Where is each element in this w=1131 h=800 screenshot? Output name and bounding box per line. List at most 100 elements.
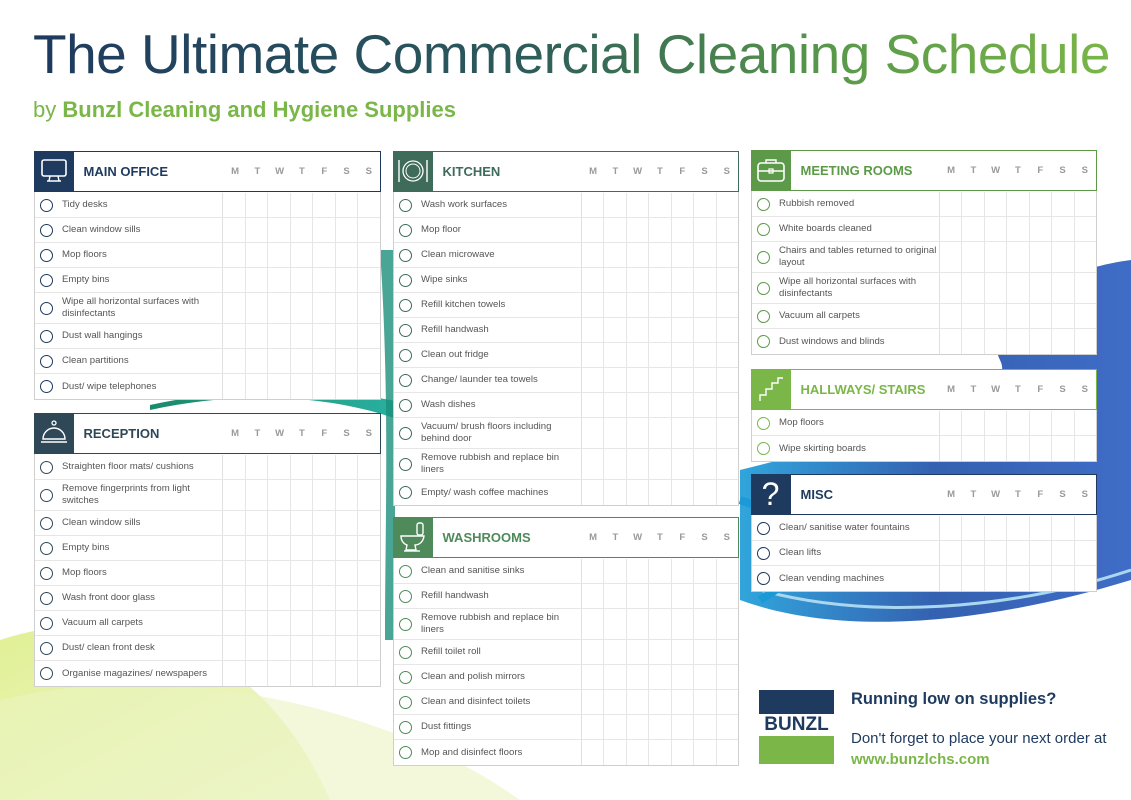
day-check-cell[interactable] bbox=[627, 393, 650, 417]
day-check-cell[interactable] bbox=[649, 559, 672, 583]
day-check-cell[interactable] bbox=[358, 661, 380, 686]
day-check-cell[interactable] bbox=[627, 218, 650, 242]
day-check-cell[interactable] bbox=[313, 561, 336, 585]
day-check-cell[interactable] bbox=[649, 243, 672, 267]
day-check-cell[interactable] bbox=[223, 661, 246, 686]
day-check-cell[interactable] bbox=[604, 690, 627, 714]
day-check-cell[interactable] bbox=[627, 480, 650, 505]
day-check-cell[interactable] bbox=[627, 690, 650, 714]
day-check-cell[interactable] bbox=[582, 293, 605, 317]
task-checkbox[interactable] bbox=[40, 354, 53, 368]
day-check-cell[interactable] bbox=[582, 243, 605, 267]
day-check-cell[interactable] bbox=[962, 329, 985, 354]
day-check-cell[interactable] bbox=[291, 455, 314, 479]
task-checkbox[interactable] bbox=[399, 198, 412, 212]
day-check-cell[interactable] bbox=[582, 318, 605, 342]
day-check-cell[interactable] bbox=[358, 611, 380, 635]
day-check-cell[interactable] bbox=[627, 293, 650, 317]
day-check-cell[interactable] bbox=[313, 480, 336, 510]
day-check-cell[interactable] bbox=[313, 349, 336, 373]
day-check-cell[interactable] bbox=[291, 480, 314, 510]
day-check-cell[interactable] bbox=[268, 374, 291, 399]
day-check-cell[interactable] bbox=[604, 559, 627, 583]
day-check-cell[interactable] bbox=[291, 611, 314, 635]
task-checkbox[interactable] bbox=[40, 273, 53, 287]
day-check-cell[interactable] bbox=[1007, 436, 1030, 461]
day-check-cell[interactable] bbox=[313, 455, 336, 479]
day-check-cell[interactable] bbox=[940, 411, 963, 435]
day-check-cell[interactable] bbox=[717, 640, 738, 664]
day-check-cell[interactable] bbox=[223, 586, 246, 610]
task-checkbox[interactable] bbox=[40, 198, 53, 212]
day-check-cell[interactable] bbox=[336, 611, 359, 635]
day-check-cell[interactable] bbox=[582, 268, 605, 292]
task-checkbox[interactable] bbox=[757, 546, 770, 560]
day-check-cell[interactable] bbox=[1030, 411, 1053, 435]
day-check-cell[interactable] bbox=[649, 218, 672, 242]
day-check-cell[interactable] bbox=[358, 455, 380, 479]
day-check-cell[interactable] bbox=[694, 740, 717, 765]
day-check-cell[interactable] bbox=[985, 273, 1008, 303]
day-check-cell[interactable] bbox=[358, 218, 380, 242]
day-check-cell[interactable] bbox=[717, 318, 738, 342]
task-checkbox[interactable] bbox=[399, 248, 412, 262]
day-check-cell[interactable] bbox=[940, 217, 963, 241]
day-check-cell[interactable] bbox=[336, 324, 359, 348]
day-check-cell[interactable] bbox=[582, 393, 605, 417]
day-check-cell[interactable] bbox=[223, 511, 246, 535]
day-check-cell[interactable] bbox=[694, 480, 717, 505]
day-check-cell[interactable] bbox=[1075, 217, 1096, 241]
day-check-cell[interactable] bbox=[694, 393, 717, 417]
day-check-cell[interactable] bbox=[717, 715, 738, 739]
day-check-cell[interactable] bbox=[313, 586, 336, 610]
day-check-cell[interactable] bbox=[582, 715, 605, 739]
day-check-cell[interactable] bbox=[717, 559, 738, 583]
day-check-cell[interactable] bbox=[336, 243, 359, 267]
day-check-cell[interactable] bbox=[223, 561, 246, 585]
day-check-cell[interactable] bbox=[717, 343, 738, 367]
day-check-cell[interactable] bbox=[1052, 566, 1075, 591]
day-check-cell[interactable] bbox=[1052, 192, 1075, 216]
task-checkbox[interactable] bbox=[399, 373, 412, 387]
task-checkbox[interactable] bbox=[757, 521, 770, 535]
day-check-cell[interactable] bbox=[291, 374, 314, 399]
day-check-cell[interactable] bbox=[223, 536, 246, 560]
promo-url-link[interactable]: www.bunzlchs.com bbox=[851, 751, 990, 768]
day-check-cell[interactable] bbox=[582, 609, 605, 639]
day-check-cell[interactable] bbox=[627, 318, 650, 342]
day-check-cell[interactable] bbox=[604, 393, 627, 417]
day-check-cell[interactable] bbox=[717, 243, 738, 267]
day-check-cell[interactable] bbox=[672, 218, 695, 242]
task-checkbox[interactable] bbox=[399, 617, 412, 631]
day-check-cell[interactable] bbox=[717, 609, 738, 639]
day-check-cell[interactable] bbox=[291, 218, 314, 242]
day-check-cell[interactable] bbox=[627, 268, 650, 292]
day-check-cell[interactable] bbox=[717, 418, 738, 448]
day-check-cell[interactable] bbox=[1007, 411, 1030, 435]
day-check-cell[interactable] bbox=[962, 192, 985, 216]
day-check-cell[interactable] bbox=[717, 268, 738, 292]
day-check-cell[interactable] bbox=[694, 218, 717, 242]
day-check-cell[interactable] bbox=[336, 374, 359, 399]
day-check-cell[interactable] bbox=[985, 192, 1008, 216]
day-check-cell[interactable] bbox=[604, 480, 627, 505]
day-check-cell[interactable] bbox=[649, 584, 672, 608]
day-check-cell[interactable] bbox=[336, 586, 359, 610]
day-check-cell[interactable] bbox=[672, 318, 695, 342]
day-check-cell[interactable] bbox=[1007, 566, 1030, 591]
day-check-cell[interactable] bbox=[291, 193, 314, 217]
task-checkbox[interactable] bbox=[399, 398, 412, 412]
day-check-cell[interactable] bbox=[604, 449, 627, 479]
day-check-cell[interactable] bbox=[246, 293, 269, 323]
task-checkbox[interactable] bbox=[399, 746, 412, 759]
day-check-cell[interactable] bbox=[694, 293, 717, 317]
day-check-cell[interactable] bbox=[336, 480, 359, 510]
day-check-cell[interactable] bbox=[672, 584, 695, 608]
day-check-cell[interactable] bbox=[582, 218, 605, 242]
day-check-cell[interactable] bbox=[672, 559, 695, 583]
day-check-cell[interactable] bbox=[246, 349, 269, 373]
day-check-cell[interactable] bbox=[694, 193, 717, 217]
day-check-cell[interactable] bbox=[1030, 516, 1053, 540]
day-check-cell[interactable] bbox=[649, 480, 672, 505]
day-check-cell[interactable] bbox=[604, 293, 627, 317]
